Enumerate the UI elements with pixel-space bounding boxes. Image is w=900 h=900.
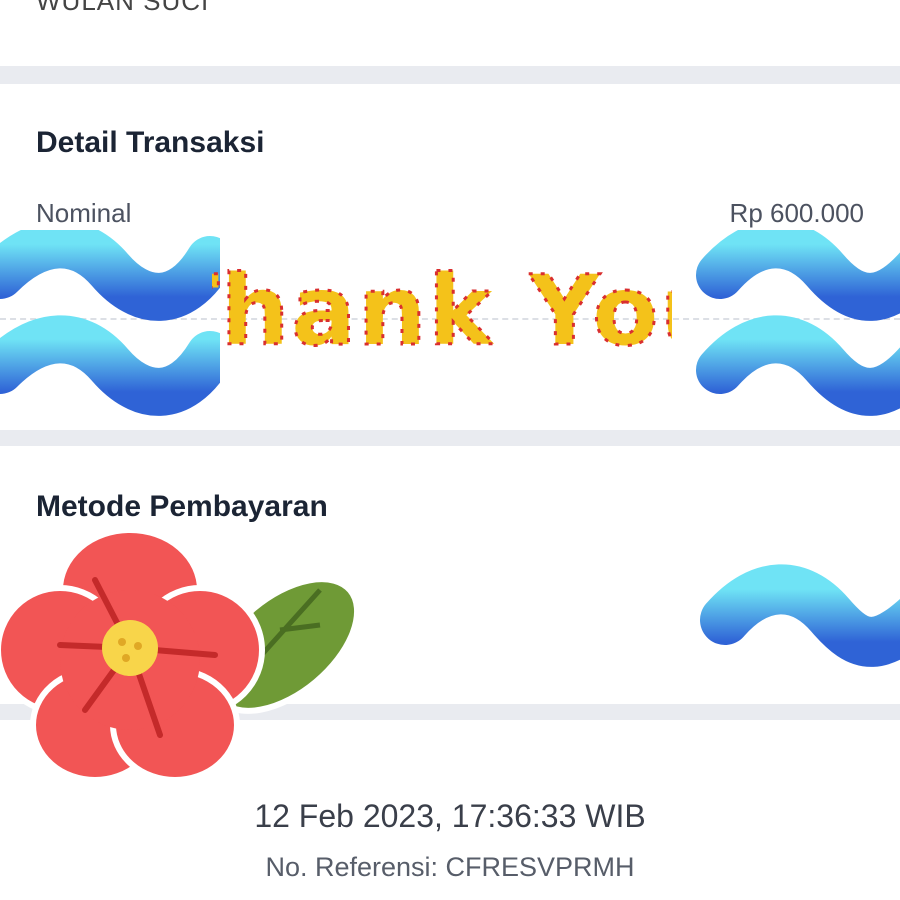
flower-sticker: [0, 527, 360, 783]
thank-you-text: Thank You: [212, 255, 672, 367]
nominal-label: Nominal: [36, 198, 132, 228]
thank-you-sticker: Thank You: [212, 254, 672, 369]
flower-center: [102, 620, 158, 676]
detail-transaksi-title: Detail Transaksi: [36, 126, 265, 159]
squiggle-sticker-left: [0, 230, 220, 416]
reference-number: No. Referensi: CFRESVPRMH: [265, 852, 635, 882]
nominal-value: Rp 600.000: [729, 198, 864, 228]
squiggle-sticker-bottom-right: [700, 564, 900, 667]
recipient-name: WULAN SUCI: [36, 0, 210, 16]
metode-pembayaran-title: Metode Pembayaran: [36, 490, 328, 523]
squiggle-sticker-right: [696, 230, 900, 416]
section-divider-top: [0, 66, 900, 84]
transaction-timestamp: 12 Feb 2023, 17:36:33 WIB: [254, 798, 646, 834]
section-divider-middle: [0, 430, 900, 446]
